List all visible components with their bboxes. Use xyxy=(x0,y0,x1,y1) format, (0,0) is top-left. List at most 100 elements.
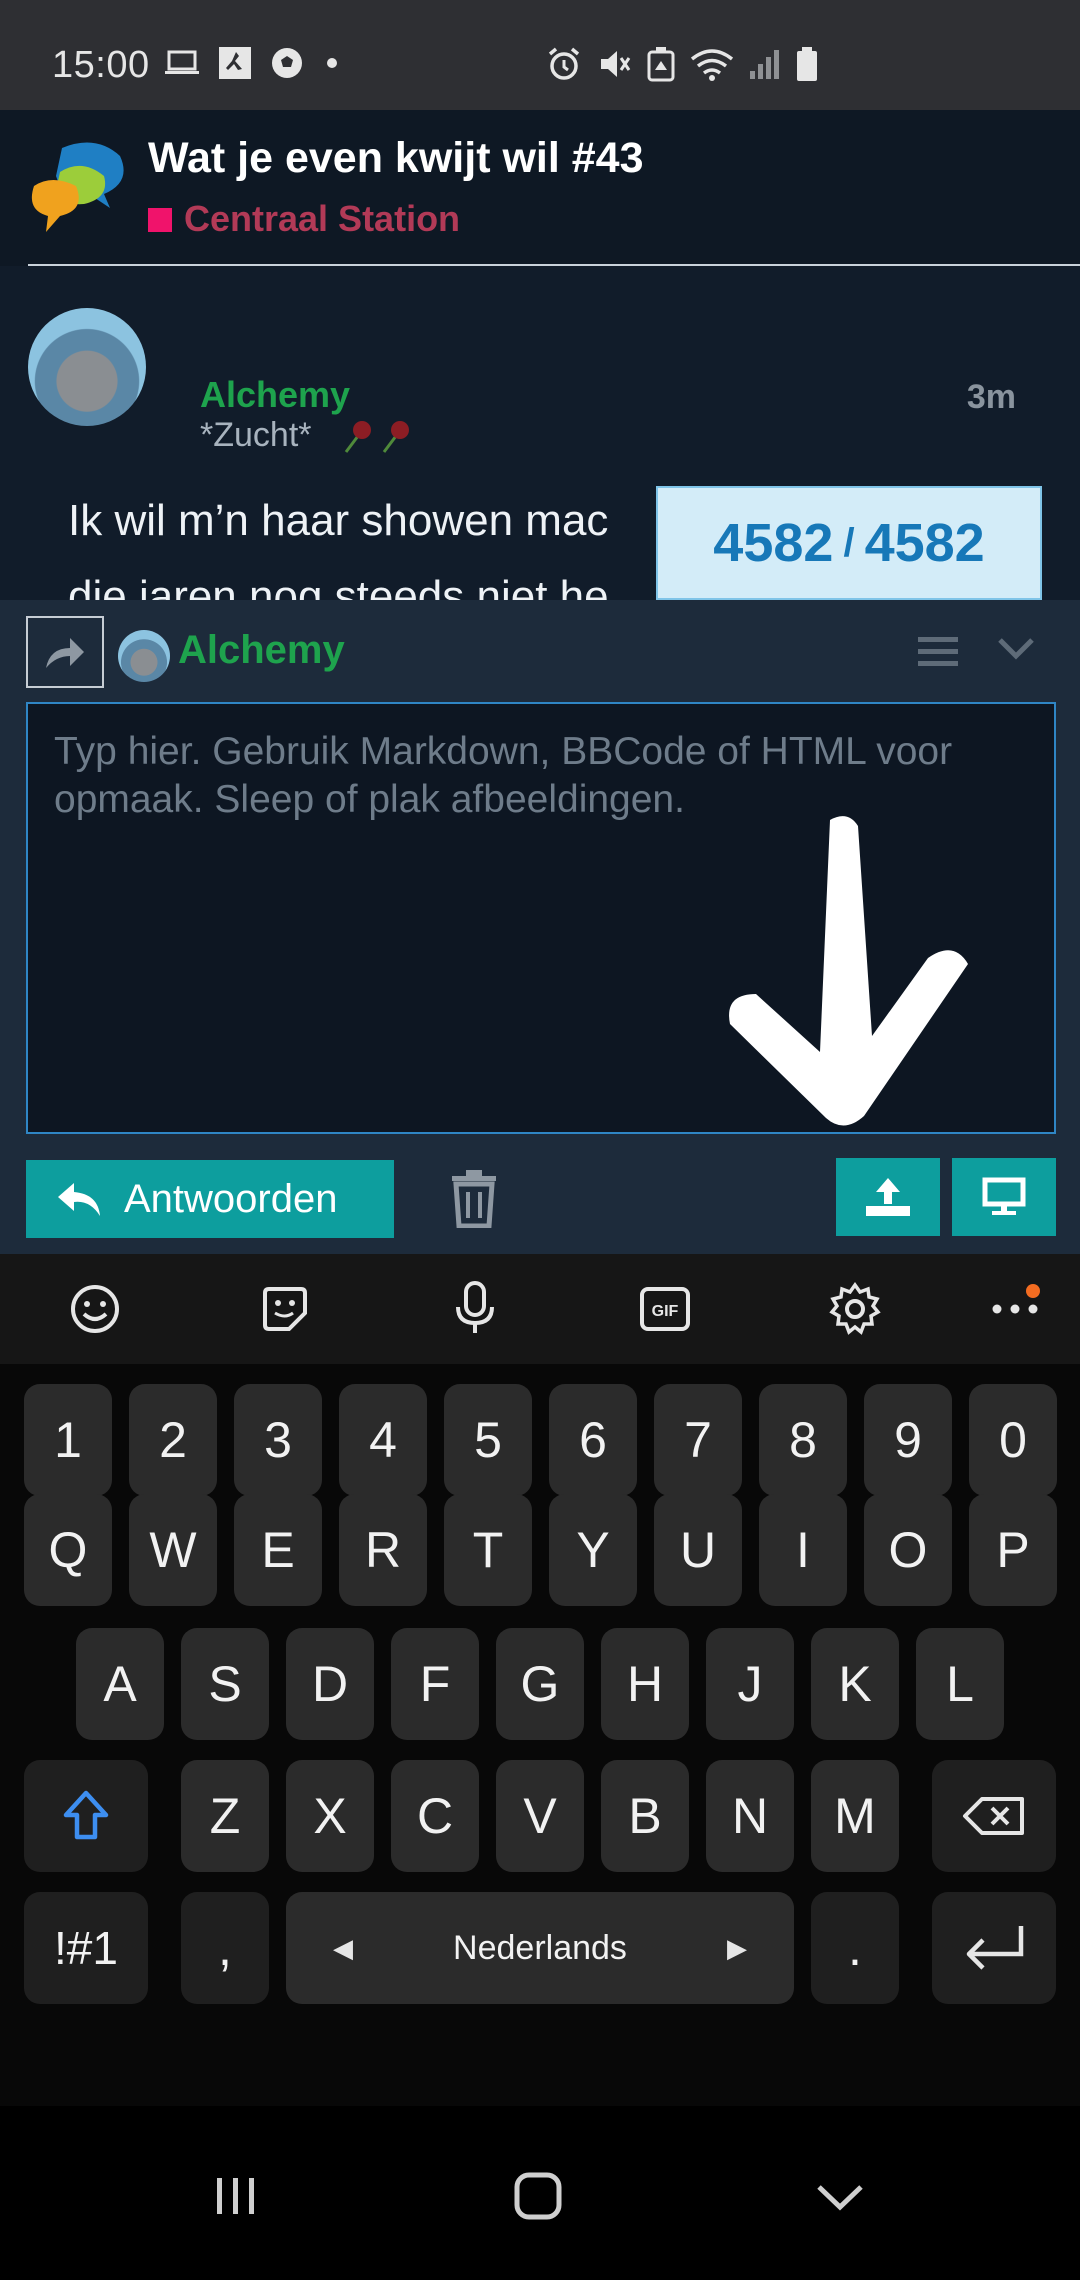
space-key[interactable]: ◀ Nederlands ▶ xyxy=(286,1892,794,2004)
avatar[interactable] xyxy=(28,308,146,426)
key-r[interactable]: R xyxy=(339,1494,427,1606)
topic-title[interactable]: Wat je even kwijt wil #43 xyxy=(148,134,644,183)
post-text-line: Ik wil m’n haar showen mac xyxy=(68,496,609,545)
post-username[interactable]: Alchemy xyxy=(200,374,350,416)
home-icon[interactable] xyxy=(508,2166,568,2226)
key-c[interactable]: C xyxy=(391,1760,479,1872)
post-user-title: *Zucht* xyxy=(200,416,312,454)
key-d[interactable]: D xyxy=(286,1628,374,1740)
space-language-label: Nederlands xyxy=(453,1928,627,1967)
notification-dot xyxy=(1026,1284,1040,1298)
key-j[interactable]: J xyxy=(706,1628,794,1740)
key-a[interactable]: A xyxy=(76,1628,164,1740)
key-u[interactable]: U xyxy=(654,1494,742,1606)
signal-icon xyxy=(750,50,779,79)
dot-icon xyxy=(327,58,337,68)
key-w[interactable]: W xyxy=(129,1494,217,1606)
backspace-icon xyxy=(963,1797,1024,1835)
recycle-icon xyxy=(647,47,675,82)
share-arrow-icon xyxy=(46,638,84,668)
triangle-right-icon: ▶ xyxy=(726,1932,747,1963)
svg-text:GIF: GIF xyxy=(652,1303,679,1320)
enter-key[interactable] xyxy=(932,1892,1056,2004)
key-z[interactable]: Z xyxy=(181,1760,269,1872)
shift-key[interactable] xyxy=(24,1760,148,1872)
symbols-key[interactable]: !#1 xyxy=(24,1892,148,2004)
key-p[interactable]: P xyxy=(969,1494,1057,1606)
trash-icon[interactable] xyxy=(446,1168,502,1228)
sticker-icon[interactable] xyxy=(254,1278,316,1340)
desktop-icon xyxy=(982,1177,1026,1215)
key-n[interactable]: N xyxy=(706,1760,794,1872)
key-7[interactable]: 7 xyxy=(654,1384,742,1496)
key-9[interactable]: 9 xyxy=(864,1384,952,1496)
battery-icon xyxy=(797,47,817,81)
key-4[interactable]: 4 xyxy=(339,1384,427,1496)
backspace-key[interactable] xyxy=(932,1760,1056,1872)
key-3[interactable]: 3 xyxy=(234,1384,322,1496)
back-icon[interactable] xyxy=(810,2166,870,2226)
menu-icon[interactable] xyxy=(918,634,958,670)
key-5[interactable]: 5 xyxy=(444,1384,532,1496)
key-o[interactable]: O xyxy=(864,1494,952,1606)
reply-submit-button[interactable]: Antwoorden xyxy=(26,1160,394,1238)
reply-action-button[interactable] xyxy=(26,616,104,688)
gif-icon[interactable]: GIF xyxy=(634,1278,696,1340)
status-icons-left xyxy=(164,46,342,80)
emoji-icon[interactable] xyxy=(64,1278,126,1340)
upload-icon xyxy=(866,1178,910,1216)
reply-username: Alchemy xyxy=(178,628,345,672)
post-age[interactable]: 3m xyxy=(967,378,1016,417)
laptop-icon xyxy=(165,50,199,74)
key-l[interactable]: L xyxy=(916,1628,1004,1740)
status-time: 15:00 xyxy=(52,44,150,86)
shift-icon xyxy=(63,1790,109,1840)
progress-total: 4582 xyxy=(864,513,985,573)
key-y[interactable]: Y xyxy=(549,1494,637,1606)
comma-key[interactable]: , xyxy=(181,1892,269,2004)
jordan-icon xyxy=(219,47,251,79)
chevron-down-icon[interactable] xyxy=(996,634,1036,664)
key-m[interactable]: M xyxy=(811,1760,899,1872)
key-v[interactable]: V xyxy=(496,1760,584,1872)
wifi-icon xyxy=(690,49,734,81)
key-b[interactable]: B xyxy=(601,1760,689,1872)
topic-progress[interactable]: 4582 / 4582 xyxy=(656,486,1042,600)
progress-separator: / xyxy=(843,520,855,565)
settings-icon[interactable] xyxy=(824,1278,886,1340)
roses-emoji-icon xyxy=(344,421,409,453)
status-icons-right xyxy=(546,46,818,82)
alarm-icon xyxy=(548,47,580,80)
key-2[interactable]: 2 xyxy=(129,1384,217,1496)
forum-logo[interactable] xyxy=(26,138,130,238)
microphone-icon[interactable] xyxy=(444,1278,506,1340)
soccer-ball-icon xyxy=(272,48,302,78)
reply-composer: Alchemy Antwoorden xyxy=(0,600,1080,1254)
key-8[interactable]: 8 xyxy=(759,1384,847,1496)
category-badge xyxy=(148,208,172,232)
key-g[interactable]: G xyxy=(496,1628,584,1740)
key-k[interactable]: K xyxy=(811,1628,899,1740)
post: Alchemy *Zucht* 3m Ik wil m’n haar showe… xyxy=(0,266,1080,600)
key-i[interactable]: I xyxy=(759,1494,847,1606)
upload-button[interactable] xyxy=(836,1158,940,1236)
arrow-down-icon xyxy=(729,816,968,1126)
key-e[interactable]: E xyxy=(234,1494,322,1606)
key-f[interactable]: F xyxy=(391,1628,479,1740)
reply-arrow-icon xyxy=(58,1183,100,1216)
key-0[interactable]: 0 xyxy=(969,1384,1057,1496)
key-1[interactable]: 1 xyxy=(24,1384,112,1496)
key-6[interactable]: 6 xyxy=(549,1384,637,1496)
keyboard: GIF 1 2 3 4 5 6 7 8 9 0 Q W E R T Y U I … xyxy=(0,1254,1080,2106)
navigation-bar xyxy=(0,2106,1080,2280)
key-q[interactable]: Q xyxy=(24,1494,112,1606)
post-text-line: die jaren nog steeds niet he xyxy=(68,572,609,600)
key-x[interactable]: X xyxy=(286,1760,374,1872)
category-name[interactable]: Centraal Station xyxy=(184,198,460,240)
key-s[interactable]: S xyxy=(181,1628,269,1740)
key-t[interactable]: T xyxy=(444,1494,532,1606)
recent-apps-icon[interactable] xyxy=(206,2166,266,2226)
period-key[interactable]: . xyxy=(811,1892,899,2004)
key-h[interactable]: H xyxy=(601,1628,689,1740)
preview-toggle-button[interactable] xyxy=(952,1158,1056,1236)
